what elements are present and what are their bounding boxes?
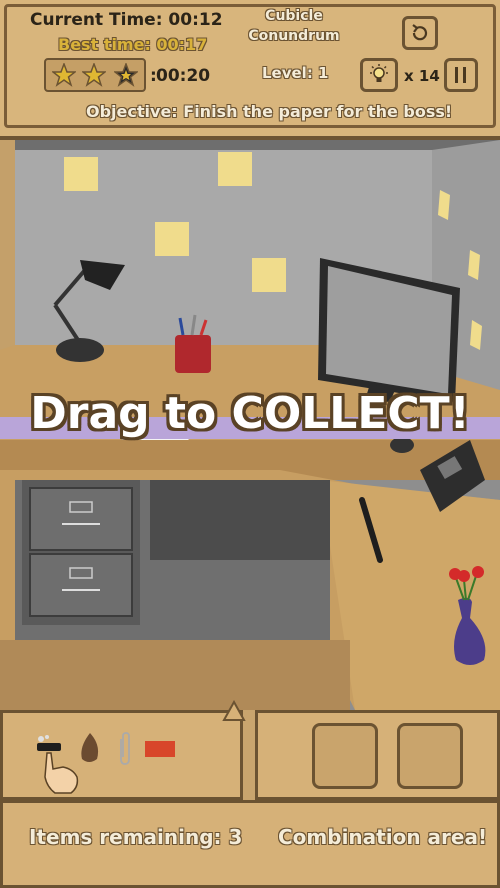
star-rating <box>44 58 146 92</box>
combination-panel <box>255 710 500 800</box>
star-icon-empty <box>114 63 138 87</box>
current-time: Current Time: 00:12 <box>30 10 223 30</box>
top-hud: Current Time: 00:12 Best time: 00:17 : 0… <box>0 0 500 140</box>
collapse-arrow-icon[interactable] <box>222 700 246 722</box>
combination-slot-1[interactable] <box>312 723 378 789</box>
sticky-note[interactable] <box>64 157 98 191</box>
star-icon-filled-1 <box>52 63 76 87</box>
hand-pointer-icon <box>44 752 79 794</box>
tutorial-text: Drag to COLLECT! <box>30 388 470 439</box>
star-icon-filled-2 <box>82 63 106 87</box>
level-label: Level: 1 <box>262 64 329 82</box>
best-time: Best time: 00:17 <box>58 35 208 54</box>
sticky-note[interactable] <box>218 152 252 186</box>
pause-icon <box>455 67 466 83</box>
hint-count: x 14 <box>404 67 440 85</box>
bottom-bar: Items remaining: 3 Combination area! <box>0 800 500 888</box>
combination-area-label: Combination area! <box>278 825 488 849</box>
hint-button[interactable] <box>360 58 398 92</box>
pause-button[interactable] <box>444 58 478 92</box>
restart-button[interactable] <box>402 16 438 50</box>
game-title-line1: Cubicle <box>265 8 323 24</box>
lightbulb-icon <box>370 64 388 82</box>
game-title-line2: Conundrum <box>248 28 340 44</box>
restart-icon <box>412 24 428 41</box>
sticky-note[interactable] <box>252 258 286 292</box>
paper-clip-icon[interactable] <box>117 731 131 767</box>
combination-slot-2[interactable] <box>397 723 463 789</box>
sticky-note[interactable] <box>155 222 189 256</box>
star-time: 00:20 <box>156 66 211 86</box>
office-scene: Drag to COLLECT! <box>0 140 500 710</box>
matchbook-icon[interactable] <box>145 741 175 757</box>
inventory-panel <box>0 710 243 800</box>
items-remaining: Items remaining: 3 <box>29 825 243 849</box>
objective-text: Objective: Finish the paper for the boss… <box>86 102 453 121</box>
mouse[interactable] <box>390 437 414 453</box>
